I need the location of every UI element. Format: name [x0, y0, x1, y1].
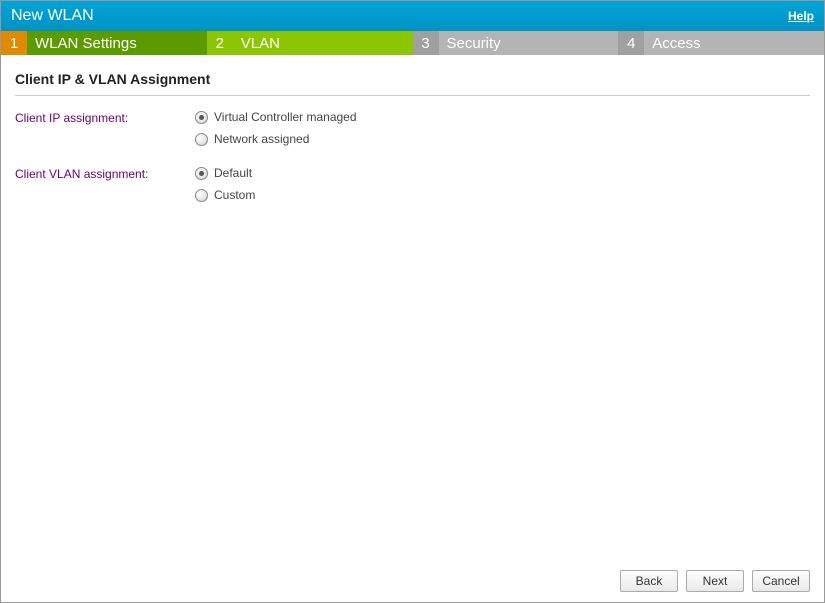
radio-icon[interactable]	[195, 189, 208, 202]
radio-icon[interactable]	[195, 133, 208, 146]
cancel-button[interactable]: Cancel	[752, 570, 810, 592]
radio-icon[interactable]	[195, 167, 208, 180]
step-number: 4	[618, 31, 644, 55]
field-options: Default Custom	[195, 166, 255, 202]
option-label: Custom	[214, 188, 255, 202]
option-custom[interactable]: Custom	[195, 188, 255, 202]
step-number: 3	[413, 31, 439, 55]
wizard-steps: 1 WLAN Settings 2 VLAN 3 Security 4 Acce…	[1, 31, 824, 55]
field-client-ip-assignment: Client IP assignment: Virtual Controller…	[15, 110, 810, 146]
step-label: VLAN	[233, 31, 413, 55]
field-client-vlan-assignment: Client VLAN assignment: Default Custom	[15, 166, 810, 202]
field-options: Virtual Controller managed Network assig…	[195, 110, 357, 146]
wizard-footer: Back Next Cancel	[620, 570, 810, 592]
step-number: 1	[1, 31, 27, 55]
step-wlan-settings[interactable]: 1 WLAN Settings	[1, 31, 207, 55]
step-vlan[interactable]: 2 VLAN	[207, 31, 413, 55]
option-label: Virtual Controller managed	[214, 110, 357, 124]
window-title: New WLAN	[11, 7, 94, 25]
option-network-assigned[interactable]: Network assigned	[195, 132, 357, 146]
help-link[interactable]: Help	[788, 9, 814, 23]
step-access[interactable]: 4 Access	[618, 31, 824, 55]
option-label: Default	[214, 166, 252, 180]
step-label: Access	[644, 31, 824, 55]
next-button[interactable]: Next	[686, 570, 744, 592]
wizard-content: Client IP & VLAN Assignment Client IP as…	[1, 55, 824, 602]
option-default[interactable]: Default	[195, 166, 255, 180]
step-number: 2	[207, 31, 233, 55]
field-label: Client VLAN assignment:	[15, 166, 195, 202]
option-label: Network assigned	[214, 132, 309, 146]
titlebar: New WLAN Help	[1, 1, 824, 31]
step-security[interactable]: 3 Security	[413, 31, 619, 55]
new-wlan-wizard: New WLAN Help 1 WLAN Settings 2 VLAN 3 S…	[0, 0, 825, 603]
back-button[interactable]: Back	[620, 570, 678, 592]
radio-icon[interactable]	[195, 111, 208, 124]
step-label: Security	[439, 31, 619, 55]
field-label: Client IP assignment:	[15, 110, 195, 146]
section-title: Client IP & VLAN Assignment	[15, 65, 810, 96]
option-virtual-controller-managed[interactable]: Virtual Controller managed	[195, 110, 357, 124]
step-label: WLAN Settings	[27, 31, 207, 55]
